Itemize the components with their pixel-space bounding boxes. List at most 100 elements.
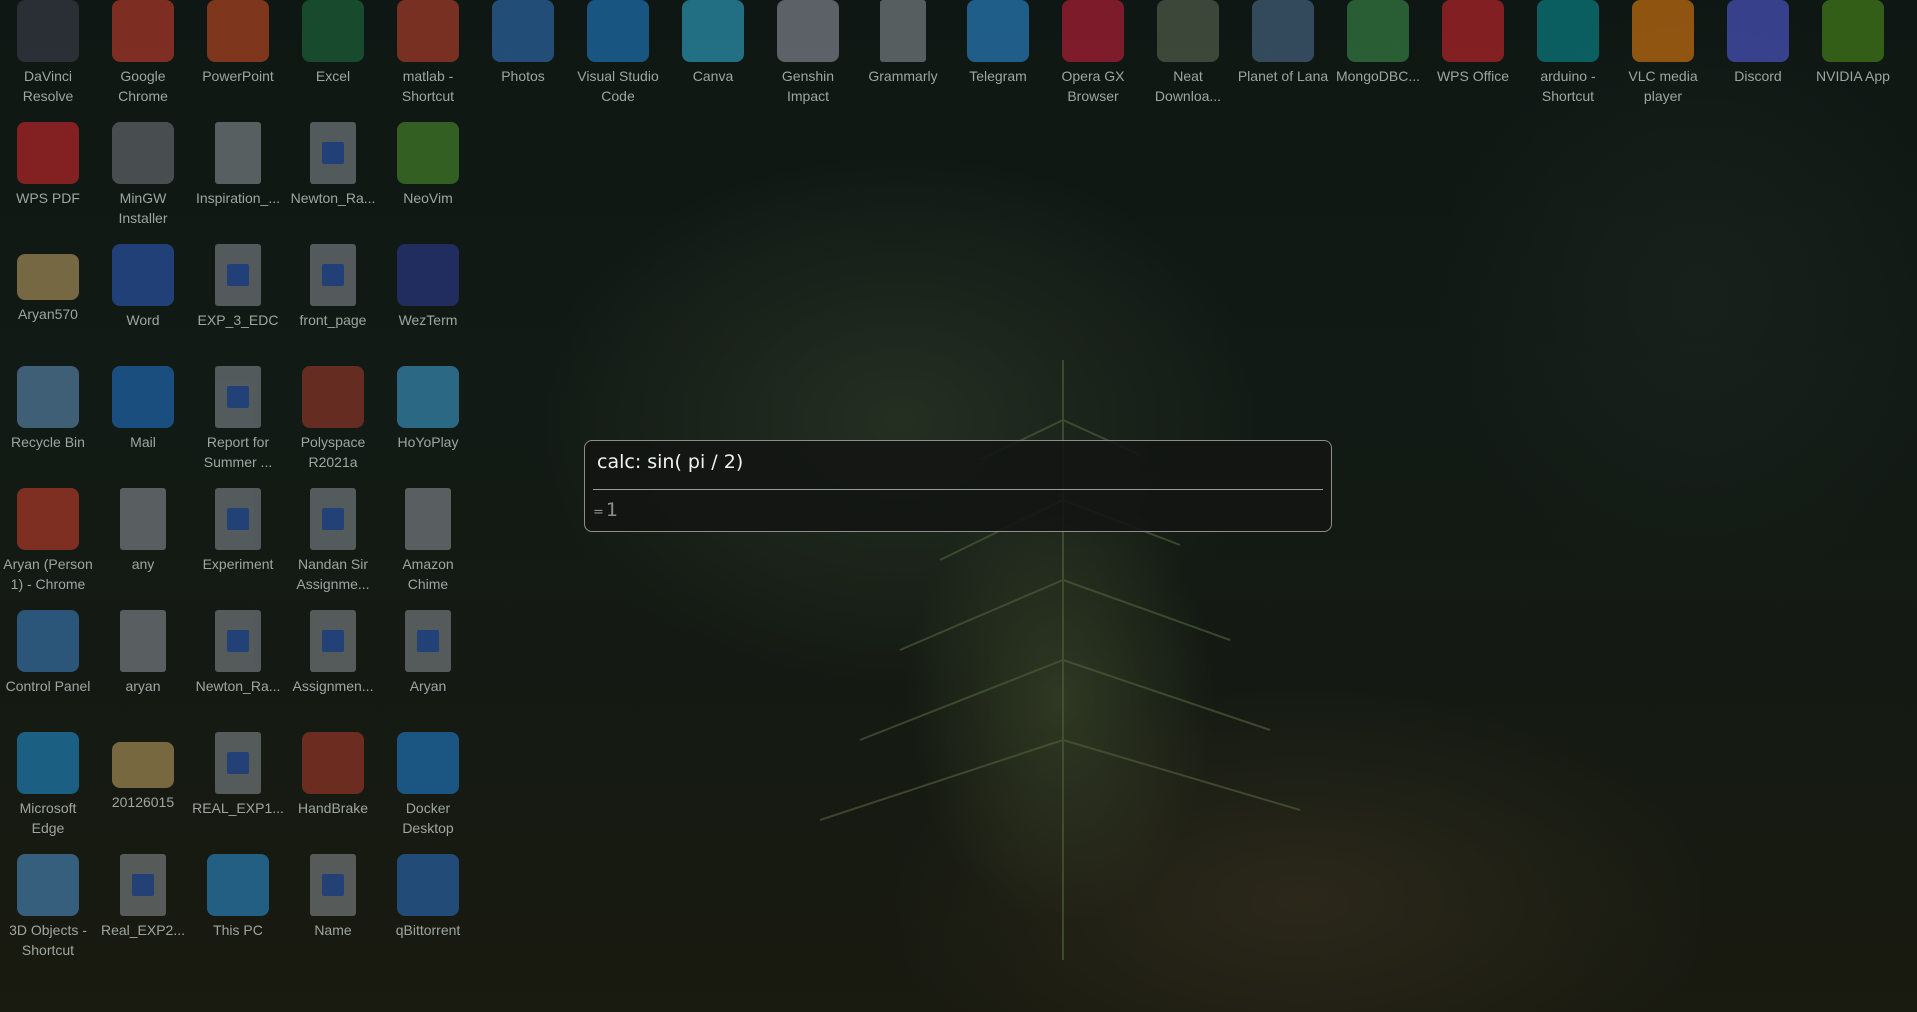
this-pc-icon (207, 854, 269, 916)
desktop-icon-label: Discord (1734, 68, 1782, 84)
desktop-icon[interactable]: Aryan (380, 610, 476, 730)
desktop-icon[interactable]: front_page (285, 244, 381, 364)
desktop-icon[interactable]: Polyspace R2021a (285, 366, 381, 486)
word-document-icon (310, 488, 356, 550)
word-badge-icon (227, 508, 249, 530)
desktop-icon-label: Aryan (409, 678, 447, 694)
desktop-icon-label: Real_EXP2... (100, 922, 186, 938)
vscode-icon (587, 0, 649, 62)
desktop-icon-label: MinGW Installer (118, 190, 168, 226)
desktop-icon[interactable]: Mail (95, 366, 191, 486)
word-badge-icon (322, 874, 344, 896)
desktop-icon[interactable]: arduino - Shortcut (1520, 0, 1616, 120)
word-document-icon (310, 244, 356, 306)
desktop-icon[interactable]: MinGW Installer (95, 122, 191, 242)
matlab-icon (397, 0, 459, 62)
desktop-icon-label: qBittorrent (395, 922, 461, 938)
desktop-icon[interactable]: Telegram (950, 0, 1046, 120)
handbrake-icon (302, 732, 364, 794)
desktop-icon[interactable]: WPS Office (1425, 0, 1521, 120)
desktop-icon[interactable]: NeoVim (380, 122, 476, 242)
desktop-icon[interactable]: Grammarly (855, 0, 951, 120)
desktop-icon-label: MongoDBC... (1335, 68, 1421, 84)
desktop-icon[interactable]: Excel (285, 0, 381, 120)
desktop-icon[interactable]: Aryan (Person 1) - Chrome (0, 488, 96, 608)
desktop-icon[interactable]: HoYoPlay (380, 366, 476, 486)
powerpoint-icon (207, 0, 269, 62)
desktop-icon[interactable]: MongoDBC... (1330, 0, 1426, 120)
mongodb-icon (1347, 0, 1409, 62)
desktop-icon[interactable]: Newton_Ra... (190, 610, 286, 730)
desktop-icon[interactable]: REAL_EXP1... (190, 732, 286, 852)
desktop-icon[interactable]: Visual Studio Code (570, 0, 666, 120)
text-document-icon (120, 488, 166, 550)
vlc-icon (1632, 0, 1694, 62)
desktop-icon-label: Polyspace R2021a (300, 434, 366, 470)
desktop-icon[interactable]: qBittorrent (380, 854, 476, 974)
calculator-launcher[interactable]: calc: sin( pi / 2) = 1 (584, 440, 1332, 532)
desktop-icon[interactable]: Planet of Lana (1235, 0, 1331, 120)
word-badge-icon (227, 386, 249, 408)
desktop-icon[interactable]: Microsoft Edge (0, 732, 96, 852)
desktop-icon-label: front_page (299, 312, 367, 328)
nvidia-icon (1822, 0, 1884, 62)
desktop-icon[interactable]: Genshin Impact (760, 0, 856, 120)
qbittorrent-icon (397, 854, 459, 916)
desktop-icon[interactable]: Real_EXP2... (95, 854, 191, 974)
desktop-icon[interactable]: 3D Objects - Shortcut (0, 854, 96, 974)
genshin-icon (777, 0, 839, 62)
desktop-icon[interactable]: Recycle Bin (0, 366, 96, 486)
desktop-icon[interactable]: This PC (190, 854, 286, 974)
desktop-icon[interactable]: EXP_3_EDC (190, 244, 286, 364)
desktop-icon[interactable]: matlab - Shortcut (380, 0, 476, 120)
hoyoplay-icon (397, 366, 459, 428)
desktop-icon-label: arduino - Shortcut (1540, 68, 1596, 104)
desktop-icon-label: Experiment (202, 556, 274, 572)
desktop-icon[interactable]: Assignmen... (285, 610, 381, 730)
word-document-icon (310, 854, 356, 916)
desktop-icon[interactable]: Control Panel (0, 610, 96, 730)
desktop-icon[interactable]: aryan (95, 610, 191, 730)
desktop-icon-label: Assignmen... (292, 678, 374, 694)
desktop-icon[interactable]: Name (285, 854, 381, 974)
desktop-icon[interactable]: Discord (1710, 0, 1806, 120)
desktop-icon[interactable]: Neat Downloa... (1140, 0, 1236, 120)
desktop-icon[interactable]: Inspiration_... (190, 122, 286, 242)
desktop-icon[interactable]: Google Chrome (95, 0, 191, 120)
polyspace-icon (302, 366, 364, 428)
desktop-icon[interactable]: DaVinci Resolve (0, 0, 96, 120)
desktop-icon-label: DaVinci Resolve (22, 68, 74, 104)
desktop-icon-label: Excel (315, 68, 351, 84)
desktop-icon[interactable]: 20126015 (95, 732, 191, 852)
desktop-icon[interactable]: VLC media player (1615, 0, 1711, 120)
mingw-icon (112, 122, 174, 184)
desktop-icon[interactable]: Amazon Chime (380, 488, 476, 608)
desktop-icon[interactable]: Docker Desktop (380, 732, 476, 852)
desktop-icon[interactable]: Word (95, 244, 191, 364)
desktop-icon[interactable]: Report for Summer ... (190, 366, 286, 486)
word-badge-icon (322, 264, 344, 286)
desktop-icon[interactable]: PowerPoint (190, 0, 286, 120)
desktop-icon-label: Newton_Ra... (290, 190, 376, 206)
desktop-icon[interactable]: Canva (665, 0, 761, 120)
desktop-icon[interactable]: any (95, 488, 191, 608)
document-icon (120, 610, 166, 672)
launcher-result[interactable]: = 1 (593, 499, 618, 521)
desktop-icon[interactable]: Nandan Sir Assignme... (285, 488, 381, 608)
desktop-icon[interactable]: Aryan570 (0, 244, 96, 364)
desktop-icon[interactable]: WPS PDF (0, 122, 96, 242)
desktop-icon[interactable]: Experiment (190, 488, 286, 608)
desktop-icon[interactable]: Opera GX Browser (1045, 0, 1141, 120)
launcher-query-input[interactable]: calc: sin( pi / 2) (597, 451, 743, 473)
desktop-icon[interactable]: WezTerm (380, 244, 476, 364)
desktop-icon[interactable]: Newton_Ra... (285, 122, 381, 242)
word-badge-icon (322, 142, 344, 164)
mail-icon (112, 366, 174, 428)
desktop-icon-label: WPS Office (1436, 68, 1510, 84)
desktop-icon[interactable]: NVIDIA App (1805, 0, 1901, 120)
desktop-icon[interactable]: HandBrake (285, 732, 381, 852)
result-equals-sign: = (593, 505, 604, 520)
desktop-icon[interactable]: Photos (475, 0, 571, 120)
wps-office-icon (1442, 0, 1504, 62)
word-icon (112, 244, 174, 306)
